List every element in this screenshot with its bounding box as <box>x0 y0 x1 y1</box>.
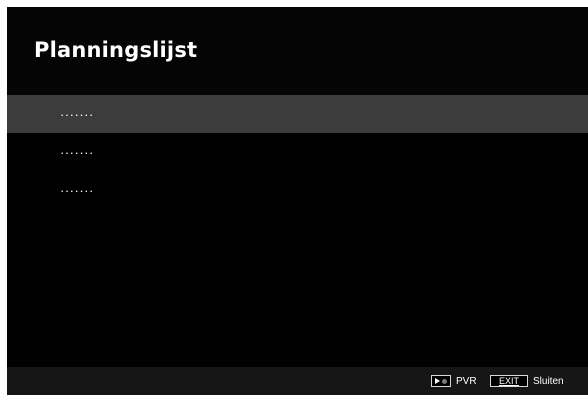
record-dot-icon <box>442 378 447 384</box>
list-item-label: ······· <box>60 145 94 160</box>
list-item[interactable]: ······· <box>7 171 588 209</box>
exit-hint[interactable]: EXIT Sluiten <box>490 374 564 388</box>
planning-list: ······· ······· ······· <box>7 95 588 209</box>
exit-hint-label: Sluiten <box>533 375 564 387</box>
play-icon <box>435 378 440 384</box>
pvr-hint-label: PVR <box>456 375 477 387</box>
list-item[interactable]: ······· <box>7 133 588 171</box>
page-title: Planningslijst <box>34 38 198 62</box>
list-item-label: ······· <box>60 107 94 122</box>
footer-hint-bar: PVR EXIT Sluiten <box>7 367 588 395</box>
pvr-hint[interactable]: PVR <box>431 374 477 388</box>
exit-key-icon: EXIT <box>490 375 528 387</box>
planning-list-screen: Planningslijst ······· ······· ······· P… <box>7 7 588 395</box>
play-record-icon <box>431 375 451 387</box>
list-item-label: ······· <box>60 183 94 198</box>
header: Planningslijst <box>7 7 588 95</box>
list-item[interactable]: ······· <box>7 95 588 133</box>
